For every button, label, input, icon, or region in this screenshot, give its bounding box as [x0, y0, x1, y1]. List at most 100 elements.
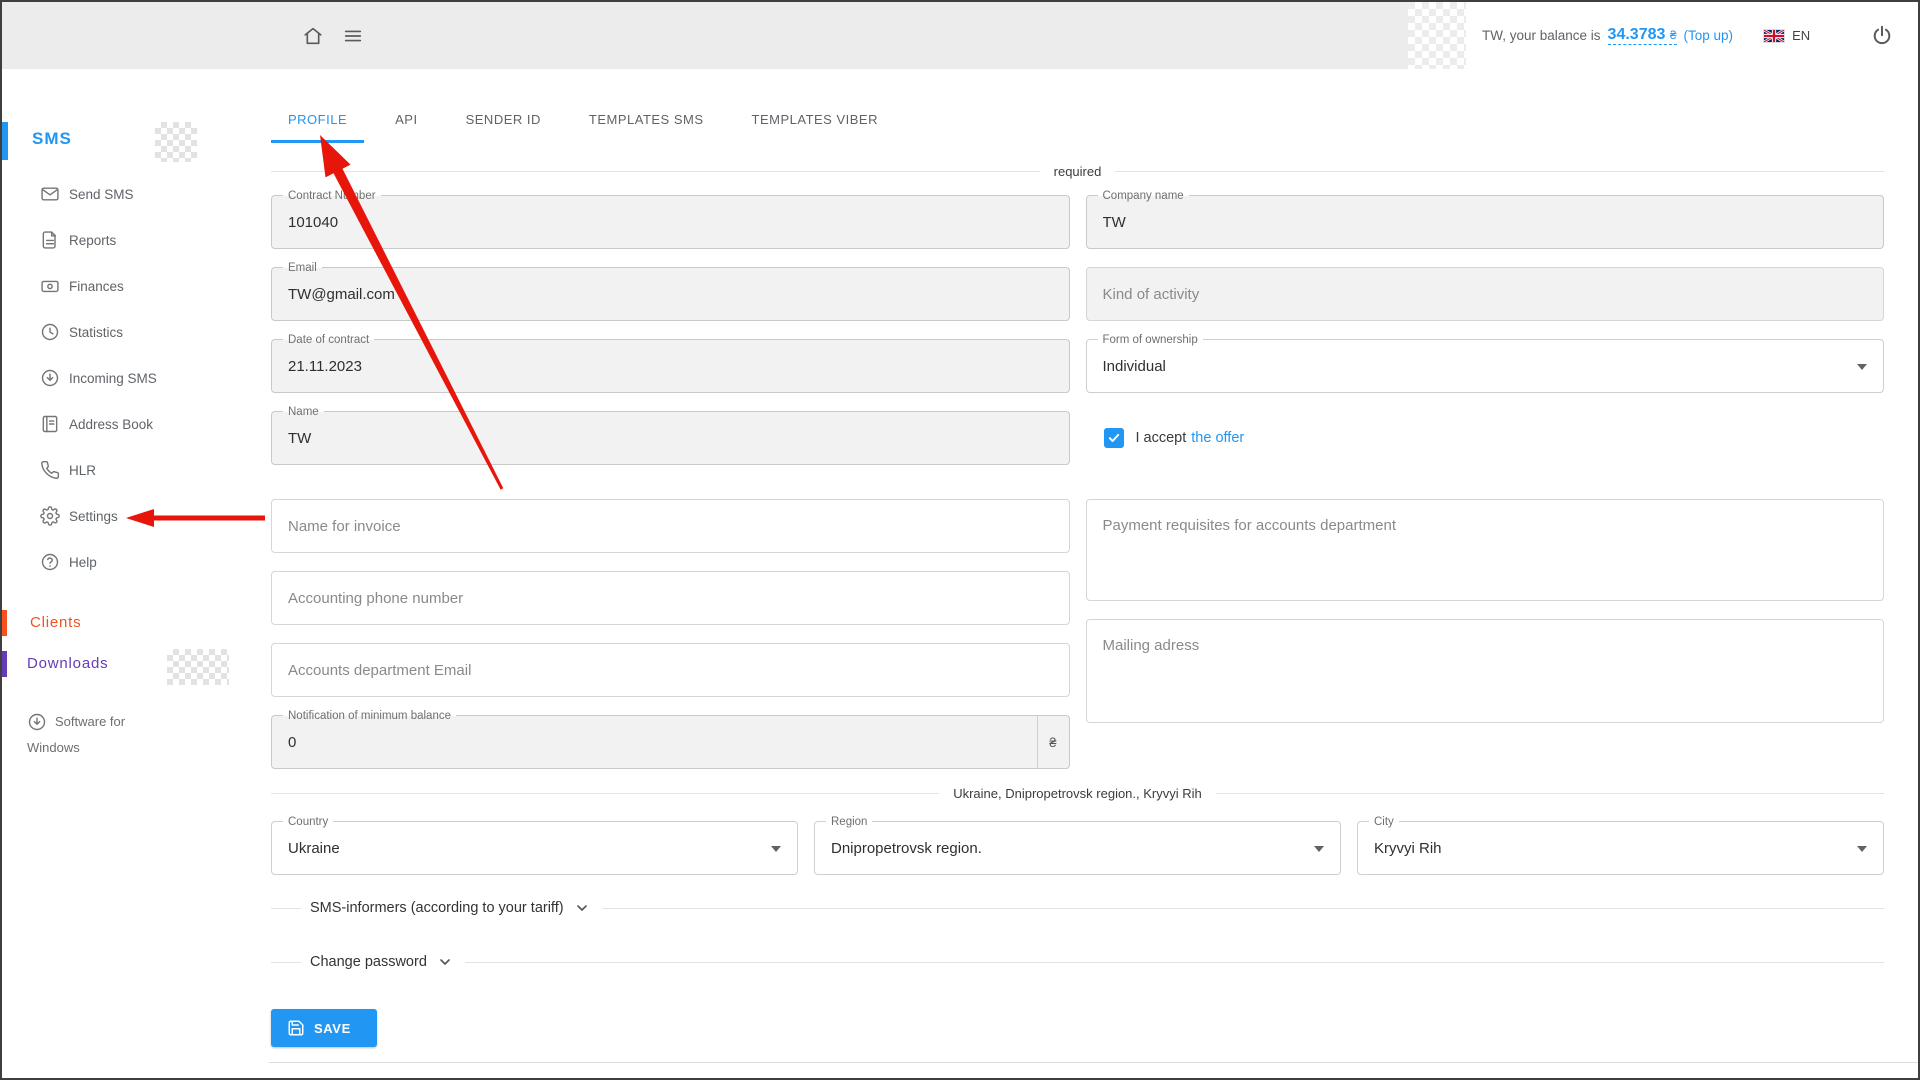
- tab-templates-sms[interactable]: TEMPLATES SMS: [572, 99, 721, 143]
- sidebar-item-reports[interactable]: Reports: [2, 217, 269, 263]
- sidebar-item-clients[interactable]: Clients: [30, 614, 81, 631]
- tab-sender-id[interactable]: SENDER ID: [449, 99, 558, 143]
- email-field[interactable]: Email: [271, 267, 1070, 321]
- payment-requisites-textarea[interactable]: [1086, 499, 1885, 601]
- form-section-invoice: Notification of minimum balance ₴: [271, 499, 1884, 769]
- help-icon: [40, 552, 60, 572]
- date-of-contract-input[interactable]: [288, 358, 1053, 375]
- sidebar-item-software-for-windows[interactable]: Software for Windows: [27, 709, 153, 761]
- sidebar-item-help[interactable]: Help: [2, 539, 269, 585]
- company-name-input[interactable]: [1103, 214, 1868, 231]
- currency-symbol: ₴: [1670, 28, 1677, 42]
- accounting-phone-field[interactable]: [271, 571, 1070, 625]
- name-field[interactable]: Name: [271, 411, 1070, 465]
- bottom-divider: [2, 1062, 1918, 1063]
- app-window: TW, your balance is 34.3783 ₴ (Top up) E…: [0, 0, 1920, 1080]
- divider-line: [465, 962, 1884, 963]
- logout-power-icon[interactable]: [1870, 24, 1894, 48]
- email-input[interactable]: [288, 286, 1053, 303]
- name-for-invoice-field[interactable]: [271, 499, 1070, 553]
- envelope-icon: [40, 184, 60, 204]
- form-column-left: Notification of minimum balance ₴: [271, 499, 1070, 769]
- home-icon[interactable]: [302, 25, 324, 47]
- menu-icon[interactable]: [342, 25, 364, 47]
- accounts-department-email-field[interactable]: [271, 643, 1070, 697]
- min-balance-input[interactable]: [288, 734, 1037, 751]
- sidebar-item-downloads[interactable]: Downloads: [27, 655, 108, 672]
- contract-number-input[interactable]: [288, 214, 1053, 231]
- checker-decoration: [167, 649, 229, 685]
- divider-line: [602, 908, 1884, 909]
- downloads-accent-bar: [2, 651, 7, 677]
- accept-offer-checkbox[interactable]: [1104, 428, 1124, 448]
- sidebar-item-address-book[interactable]: Address Book: [2, 401, 269, 447]
- download-icon: [27, 712, 47, 732]
- location-divider: Ukraine, Dnipropetrovsk region., Kryvyi …: [271, 785, 1884, 801]
- city-select[interactable]: City Kryvyi Rih: [1357, 821, 1884, 875]
- dropdown-caret-icon: [1314, 846, 1324, 857]
- city-value: Kryvyi Rih: [1374, 840, 1442, 857]
- accounts-department-email-input[interactable]: [288, 662, 1053, 679]
- form-of-ownership-select[interactable]: Form of ownership Individual: [1086, 339, 1885, 393]
- sidebar-item-settings[interactable]: Settings: [2, 493, 269, 539]
- form-column-right: Company name Form of ownership Individua…: [1086, 195, 1885, 465]
- contract-number-field[interactable]: Contract Number: [271, 195, 1070, 249]
- language-label[interactable]: EN: [1792, 28, 1810, 43]
- address-book-icon: [40, 414, 60, 434]
- tab-templates-viber[interactable]: TEMPLATES VIBER: [735, 99, 895, 143]
- sidebar-item-label: Send SMS: [69, 187, 134, 202]
- country-value: Ukraine: [288, 840, 340, 857]
- uk-flag-icon: [1763, 29, 1785, 43]
- min-balance-field[interactable]: Notification of minimum balance ₴: [271, 715, 1070, 769]
- top-up-link[interactable]: (Top up): [1684, 28, 1734, 43]
- tabs: PROFILE API SENDER ID TEMPLATES SMS TEMP…: [271, 99, 1884, 143]
- name-for-invoice-input[interactable]: [288, 518, 1053, 535]
- chevron-down-icon: [574, 900, 590, 916]
- sidebar-item-label: HLR: [69, 463, 96, 478]
- change-password-expander[interactable]: Change password: [271, 949, 1884, 975]
- form-of-ownership-value: Individual: [1103, 358, 1166, 375]
- sms-informers-expander[interactable]: SMS-informers (according to your tariff): [271, 895, 1884, 921]
- sidebar-title-sms[interactable]: SMS: [32, 129, 72, 149]
- sms-accent-bar: [2, 122, 8, 160]
- sidebar: SMS Send SMS Reports Finances Statistics: [2, 69, 269, 1078]
- topbar: TW, your balance is 34.3783 ₴ (Top up) E…: [2, 2, 1918, 69]
- divider-line: [271, 908, 301, 909]
- sidebar-nav: Send SMS Reports Finances Statistics Inc…: [2, 171, 269, 585]
- dropdown-caret-icon: [1857, 364, 1867, 375]
- sidebar-item-label: Incoming SMS: [69, 371, 157, 386]
- location-summary: Ukraine, Dnipropetrovsk region., Kryvyi …: [939, 786, 1216, 801]
- save-icon: [287, 1019, 305, 1037]
- currency-suffix: ₴: [1037, 716, 1068, 768]
- phone-icon: [40, 460, 60, 480]
- mailing-address-textarea[interactable]: [1086, 619, 1885, 723]
- sidebar-item-label: Statistics: [69, 325, 123, 340]
- save-button[interactable]: SAVE: [271, 1009, 377, 1047]
- checker-decoration: [1408, 2, 1466, 69]
- field-label: Notification of minimum balance: [283, 708, 456, 724]
- company-name-field[interactable]: Company name: [1086, 195, 1885, 249]
- field-label: Email: [283, 260, 322, 276]
- tab-profile[interactable]: PROFILE: [271, 99, 364, 143]
- balance-card: TW, your balance is 34.3783 ₴ (Top up) E…: [1466, 2, 1918, 69]
- offer-link[interactable]: the offer: [1191, 430, 1244, 446]
- name-input[interactable]: [288, 430, 1053, 447]
- sms-informers-label: SMS-informers (according to your tariff): [310, 900, 564, 916]
- sidebar-item-incoming-sms[interactable]: Incoming SMS: [2, 355, 269, 401]
- sidebar-item-hlr[interactable]: HLR: [2, 447, 269, 493]
- main-content: PROFILE API SENDER ID TEMPLATES SMS TEMP…: [271, 69, 1884, 1047]
- kind-of-activity-input[interactable]: [1103, 286, 1868, 303]
- balance-amount-link[interactable]: 34.3783 ₴: [1608, 26, 1677, 45]
- sidebar-item-statistics[interactable]: Statistics: [2, 309, 269, 355]
- tab-api[interactable]: API: [378, 99, 434, 143]
- country-select[interactable]: Country Ukraine: [271, 821, 798, 875]
- kind-of-activity-field[interactable]: [1086, 267, 1885, 321]
- sidebar-item-send-sms[interactable]: Send SMS: [2, 171, 269, 217]
- sidebar-item-finances[interactable]: Finances: [2, 263, 269, 309]
- region-select[interactable]: Region Dnipropetrovsk region.: [814, 821, 1341, 875]
- field-label: Form of ownership: [1098, 332, 1203, 348]
- change-password-label: Change password: [310, 954, 427, 970]
- required-label: required: [1040, 164, 1116, 179]
- date-of-contract-field[interactable]: Date of contract: [271, 339, 1070, 393]
- accounting-phone-input[interactable]: [288, 590, 1053, 607]
